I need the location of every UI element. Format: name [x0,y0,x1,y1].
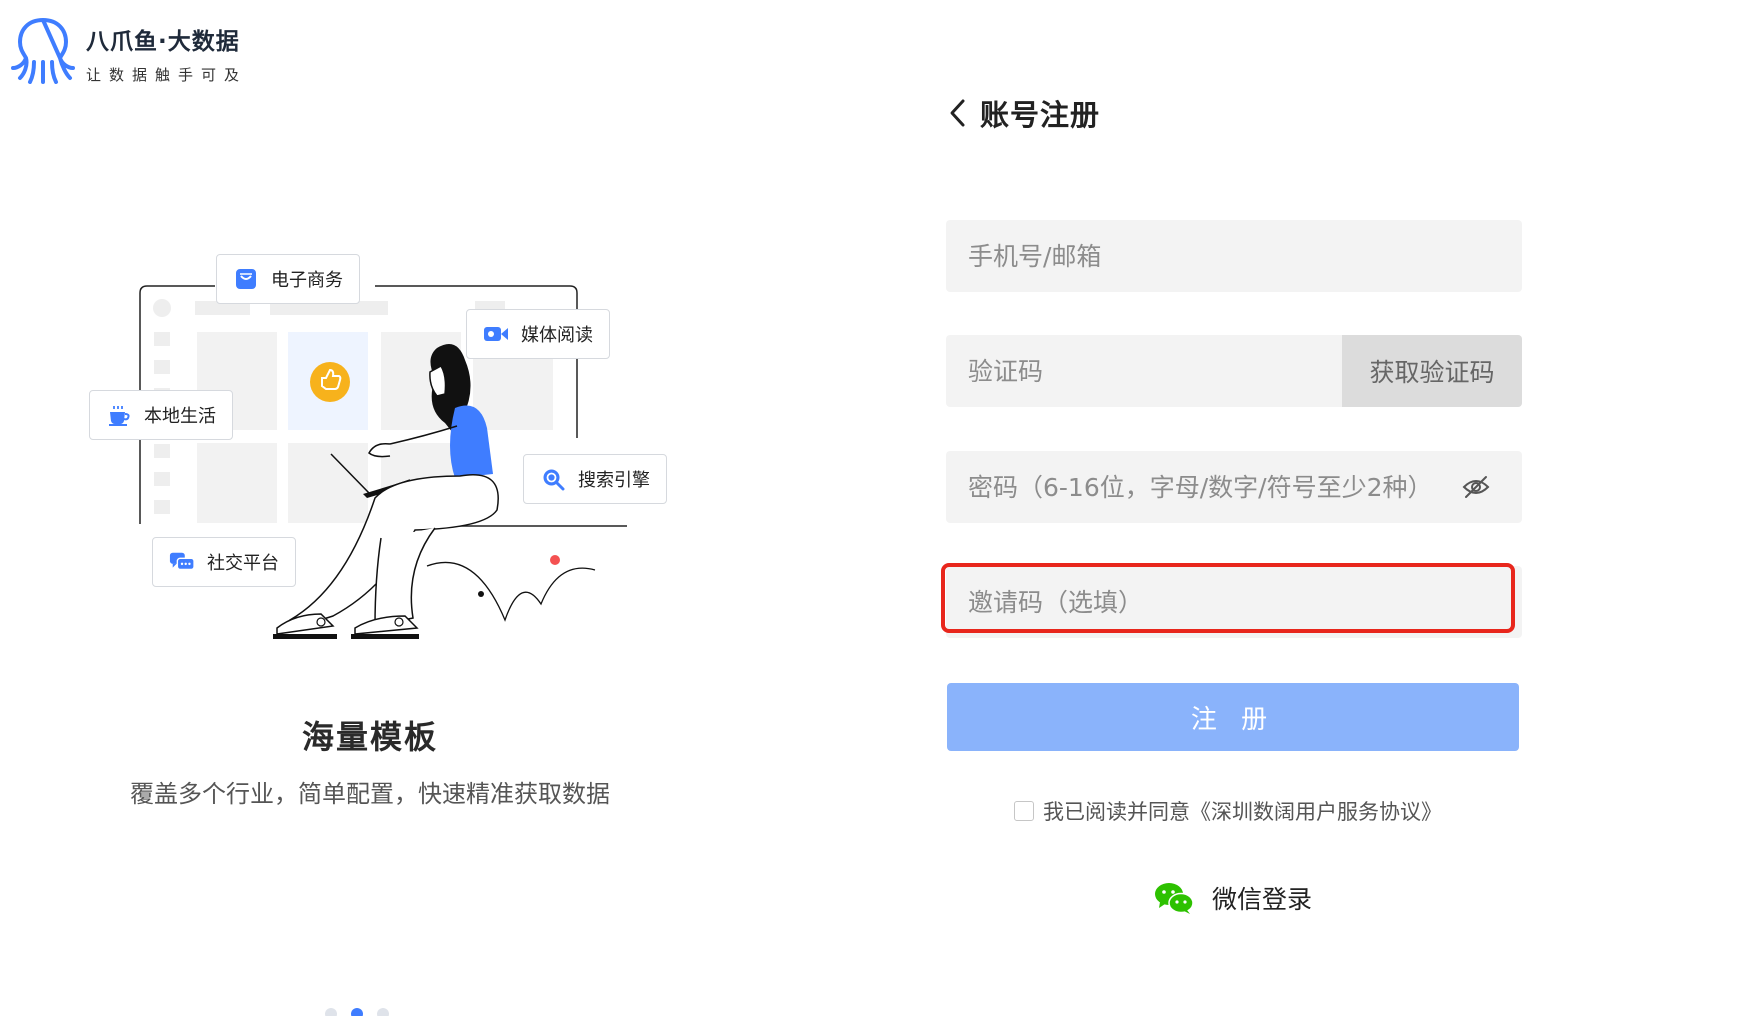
chip-label: 电子商务 [271,270,343,291]
eye-off-icon[interactable] [1460,471,1492,503]
invite-code-input[interactable] [946,566,1522,638]
chip-label: 社交平台 [207,553,279,574]
shopping-bag-icon [233,266,259,292]
brand-logo[interactable]: 八爪鱼·大数据 让数据触手可及 [10,16,247,85]
invite-code-field [946,566,1522,638]
carousel-dot-active[interactable] [351,1008,363,1016]
password-input[interactable] [946,451,1460,523]
phone-email-field [946,220,1522,292]
chevron-left-icon [950,99,965,127]
brand-slogan: 让数据触手可及 [86,66,248,84]
category-chip-social: 社交平台 [152,537,296,587]
chip-label: 本地生活 [144,406,216,427]
wechat-icon [1155,883,1194,914]
register-page: 八爪鱼·大数据 让数据触手可及 电子商务 媒体阅读 本地生活 搜索引擎 社交平台… [0,0,1742,1016]
carousel-dot[interactable] [325,1008,337,1016]
page-title: 账号注册 [980,98,1101,132]
hero-illustration: 电子商务 媒体阅读 本地生活 搜索引擎 社交平台 [85,248,685,648]
wechat-login-button[interactable]: 微信登录 [1154,880,1312,916]
octopus-logo-icon [11,18,75,84]
password-field [946,451,1522,523]
category-chip-media: 媒体阅读 [466,309,610,359]
back-button[interactable]: 账号注册 [948,92,1100,134]
register-button[interactable]: 注 册 [947,683,1519,751]
get-code-button[interactable]: 获取验证码 [1342,335,1522,407]
carousel-dot[interactable] [377,1008,389,1016]
coffee-cup-icon [106,402,132,428]
wechat-login-label: 微信登录 [1212,885,1313,914]
chip-label: 搜索引擎 [578,470,650,491]
verification-code-field: 获取验证码 [946,335,1522,407]
carousel-subtitle: 覆盖多个行业，简单配置，快速精准获取数据 [130,780,610,808]
category-chip-local: 本地生活 [89,390,233,440]
verification-code-input[interactable] [946,335,1342,407]
agreement-checkbox[interactable] [1014,801,1034,821]
carousel-indicator [325,1008,389,1016]
agreement-text[interactable]: 我已阅读并同意《深圳数阔用户服务协议》 [1043,796,1442,826]
browser-window-illustration [139,285,627,639]
agreement-row: 我已阅读并同意《深圳数阔用户服务协议》 [1014,796,1442,826]
category-chip-search: 搜索引擎 [523,454,667,504]
category-chip-ecommerce: 电子商务 [216,254,360,304]
chat-bubbles-icon [169,549,195,575]
video-camera-icon [483,321,509,347]
chip-label: 媒体阅读 [521,325,593,346]
search-icon [540,466,566,492]
brand-name: 八爪鱼·大数据 [86,29,240,55]
carousel-title: 海量模板 [301,718,438,756]
phone-email-input[interactable] [946,220,1522,292]
